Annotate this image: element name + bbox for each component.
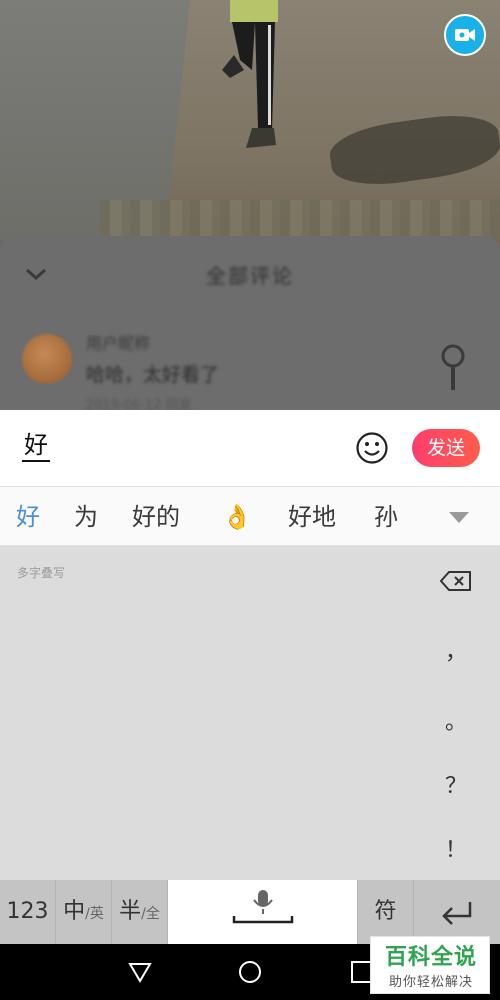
back-triangle-icon[interactable]: [128, 960, 152, 984]
lang-alt-label: /英: [85, 906, 104, 922]
lang-main-label: 中: [63, 899, 86, 924]
grass-strip: [100, 200, 500, 240]
space-key[interactable]: [168, 880, 358, 944]
camera-button[interactable]: [444, 14, 486, 56]
punctuation-exclamation[interactable]: ！: [436, 832, 476, 864]
watermark-title: 百科全说: [384, 945, 477, 970]
handwriting-area[interactable]: 多字叠写 ， 。 ？ ！: [0, 546, 500, 880]
video-camera-icon: [455, 29, 475, 41]
comments-title: 全部评论: [206, 264, 294, 288]
candidate-item[interactable]: 孙: [374, 487, 398, 547]
triangle-down-icon[interactable]: [446, 509, 472, 525]
watermark-logo: 百科全说 助你轻松解决: [370, 936, 490, 994]
comment-username[interactable]: 用户昵称: [86, 330, 150, 354]
candidate-item[interactable]: 为: [74, 487, 98, 547]
symbol-key[interactable]: 符: [358, 880, 414, 944]
number-key[interactable]: 123: [0, 880, 56, 944]
watermark-subtitle: 助你轻松解决: [388, 975, 473, 990]
keyboard-bottom-row: 123 中/英 半/全 符: [0, 880, 500, 944]
avatar[interactable]: [22, 334, 72, 384]
enter-key[interactable]: [414, 880, 500, 944]
candidate-item[interactable]: 好地: [288, 487, 336, 547]
punctuation-question[interactable]: ？: [436, 768, 476, 800]
candidate-bar: 好 为 好的 👌 好地 孙: [0, 486, 500, 546]
comment-text: 哈哈，太好看了: [86, 364, 220, 386]
candidate-item[interactable]: 好: [16, 487, 40, 547]
backspace-icon[interactable]: [440, 570, 472, 592]
comment-input-bar: 好 发送: [0, 410, 500, 486]
candidate-item[interactable]: 好的: [132, 487, 180, 547]
comments-panel: 全部评论 用户昵称 哈哈，太好看了 2019-06-12 回复: [0, 236, 500, 413]
comment-input[interactable]: 好: [22, 430, 50, 462]
width-alt-label: /全: [141, 906, 160, 922]
punctuation-period[interactable]: 。: [436, 704, 476, 736]
candidate-item[interactable]: 👌: [222, 487, 252, 547]
handwriting-hint: 多字叠写: [17, 566, 66, 580]
enter-icon: [442, 902, 472, 925]
lang-switch-key[interactable]: 中/英: [56, 880, 112, 944]
width-switch-key[interactable]: 半/全: [112, 880, 168, 944]
smiley-icon[interactable]: [355, 431, 389, 465]
width-main-label: 半: [119, 899, 142, 924]
home-circle-icon[interactable]: [238, 960, 262, 984]
send-button[interactable]: 发送: [412, 429, 480, 467]
punctuation-comma[interactable]: ，: [436, 634, 476, 666]
child-figure: [222, 0, 278, 148]
lightbulb-icon[interactable]: [438, 344, 468, 394]
microphone-icon: [232, 890, 294, 924]
